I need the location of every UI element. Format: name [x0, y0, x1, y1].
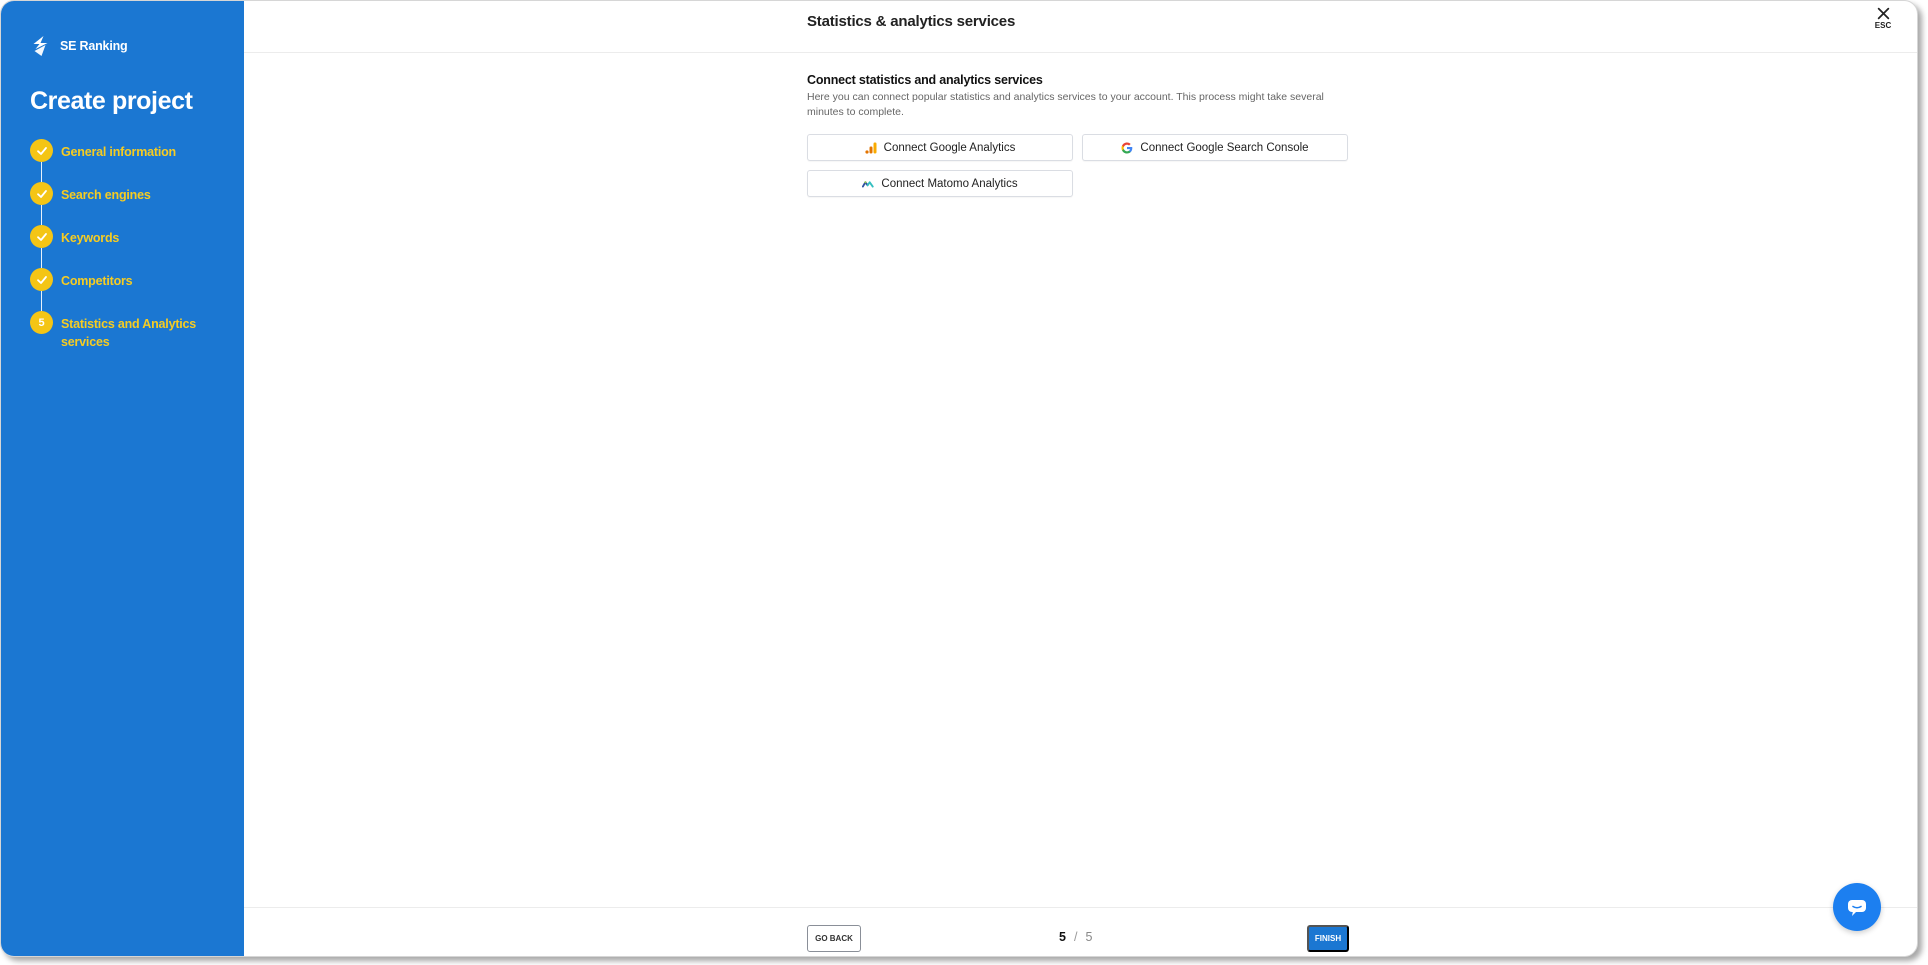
connect-buttons: Connect Google Analytics Connect Google …	[807, 134, 1348, 197]
google-analytics-icon	[865, 142, 877, 154]
step-label: Statistics and Analytics services	[61, 317, 197, 349]
button-label: Connect Google Analytics	[883, 141, 1016, 154]
wizard-footer: GO BACK 5 / 5 FINISH	[244, 907, 1917, 956]
page-separator: /	[1073, 930, 1078, 944]
total-pages: 5	[1085, 930, 1093, 944]
check-icon	[30, 182, 53, 205]
section-description: Here you can connect popular statistics …	[807, 91, 1324, 118]
matomo-icon	[862, 180, 875, 188]
step-statistics-analytics[interactable]: 5 Statistics and Analytics services	[30, 311, 201, 354]
main-content: Connect statistics and analytics service…	[807, 73, 1348, 197]
close-button[interactable]: ESC	[1871, 7, 1895, 30]
button-label: Connect Matomo Analytics	[881, 177, 1018, 190]
top-bar: Statistics & analytics services ESC	[244, 1, 1917, 53]
step-list: General information Search engines Keywo…	[30, 139, 201, 354]
finish-button[interactable]: FINISH	[1307, 925, 1349, 952]
connect-matomo-analytics-button[interactable]: Connect Matomo Analytics	[807, 170, 1073, 197]
check-icon	[30, 268, 53, 291]
chat-widget-button[interactable]	[1833, 883, 1881, 931]
connect-google-analytics-button[interactable]: Connect Google Analytics	[807, 134, 1073, 161]
step-connector	[41, 205, 42, 225]
create-project-window: SE Ranking Create project General inform…	[0, 0, 1918, 957]
logo: SE Ranking	[30, 35, 128, 57]
button-label: Connect Google Search Console	[1140, 141, 1309, 154]
esc-label: ESC	[1874, 21, 1892, 30]
step-connector	[41, 162, 42, 182]
step-connector	[41, 291, 42, 311]
step-label: Search engines	[61, 188, 151, 202]
step-competitors[interactable]: Competitors	[30, 268, 201, 311]
step-general-information[interactable]: General information	[30, 139, 201, 182]
step-pager: 5 / 5	[1059, 930, 1092, 944]
step-connector	[41, 248, 42, 268]
step-label: Keywords	[61, 231, 120, 245]
page-title: Statistics & analytics services	[807, 13, 1016, 30]
chat-icon	[1848, 900, 1866, 916]
go-back-button[interactable]: GO BACK	[807, 925, 861, 952]
sidebar-title: Create project	[30, 87, 193, 115]
connect-google-search-console-button[interactable]: Connect Google Search Console	[1082, 134, 1348, 161]
step-label: Competitors	[61, 274, 133, 288]
step-search-engines[interactable]: Search engines	[30, 182, 201, 225]
sidebar: SE Ranking Create project General inform…	[1, 1, 244, 956]
se-ranking-logo-icon	[33, 36, 48, 56]
step-label: General information	[61, 145, 176, 159]
logo-text: SE Ranking	[60, 39, 128, 53]
close-icon	[1877, 7, 1889, 20]
step-number-badge: 5	[30, 311, 53, 334]
section-title: Connect statistics and analytics service…	[807, 73, 1043, 87]
google-icon	[1121, 142, 1133, 153]
check-icon	[30, 225, 53, 248]
step-keywords[interactable]: Keywords	[30, 225, 201, 268]
check-icon	[30, 139, 53, 162]
current-page: 5	[1059, 930, 1066, 944]
